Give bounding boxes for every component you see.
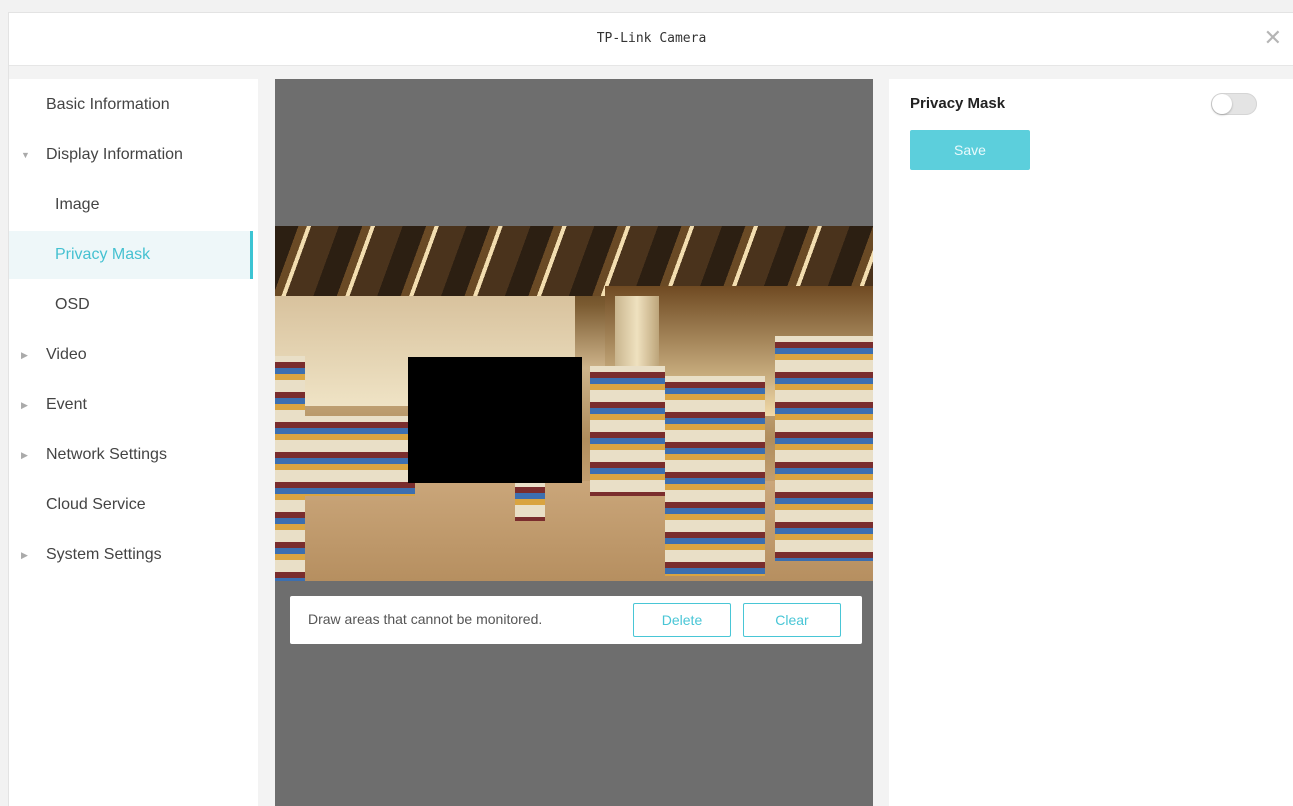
shelf-illustration (305, 416, 415, 496)
privacy-mask-toggle[interactable] (1211, 93, 1257, 115)
sidebar-item-label: Event (46, 396, 87, 413)
shelf-illustration (775, 336, 873, 561)
delete-button[interactable]: Delete (633, 603, 731, 637)
caret-right-icon: ▶ (21, 350, 28, 360)
sidebar-item-label: Image (55, 196, 100, 213)
mask-hint-text: Draw areas that cannot be monitored. (308, 611, 543, 627)
mask-toolbar: Draw areas that cannot be monitored. Del… (290, 596, 862, 644)
panel-title: Privacy Mask (910, 95, 1006, 112)
sidebar-item-system-settings[interactable]: ▶ System Settings (9, 531, 253, 579)
privacy-mask-area[interactable] (408, 357, 582, 483)
sidebar-item-label: Video (46, 346, 87, 363)
sidebar-item-label: Privacy Mask (55, 246, 151, 263)
sidebar-item-privacy-mask[interactable]: Privacy Mask (9, 231, 253, 279)
sidebar-item-label: System Settings (46, 546, 162, 563)
sidebar-item-label: Basic Information (46, 96, 170, 113)
shelf-illustration (665, 376, 765, 576)
sidebar-item-label: Display Information (46, 146, 183, 163)
camera-settings-window: TP-Link Camera ✕ Basic Information ▼ Dis… (8, 12, 1293, 806)
privacy-mask-panel: Privacy Mask Save (889, 79, 1293, 806)
shelf-illustration (590, 366, 665, 496)
close-icon[interactable]: ✕ (1264, 27, 1282, 49)
sidebar-item-event[interactable]: ▶ Event (9, 381, 253, 429)
sidebar-item-label: Network Settings (46, 446, 167, 463)
sidebar-item-network-settings[interactable]: ▶ Network Settings (9, 431, 253, 479)
caret-right-icon: ▶ (21, 550, 28, 560)
sidebar-item-video[interactable]: ▶ Video (9, 331, 253, 379)
save-button[interactable]: Save (910, 130, 1030, 170)
camera-viewer: Draw areas that cannot be monitored. Del… (275, 79, 873, 806)
title-bar: TP-Link Camera ✕ (9, 13, 1293, 66)
caret-right-icon: ▶ (21, 400, 28, 410)
sidebar-item-basic-information[interactable]: Basic Information (9, 81, 253, 129)
caret-right-icon: ▶ (21, 450, 28, 460)
clear-button[interactable]: Clear (743, 603, 841, 637)
sidebar-item-osd[interactable]: OSD (9, 281, 253, 329)
caret-down-icon: ▼ (21, 150, 30, 160)
sidebar-item-label: OSD (55, 296, 90, 313)
toggle-knob (1212, 94, 1232, 114)
window-title: TP-Link Camera (596, 31, 707, 46)
sidebar-item-image[interactable]: Image (9, 181, 253, 229)
shelf-illustration (275, 356, 305, 581)
sidebar-item-label: Cloud Service (46, 496, 146, 513)
camera-live-view[interactable] (275, 226, 873, 581)
settings-sidebar: Basic Information ▼ Display Information … (9, 79, 258, 806)
shelf-illustration (515, 481, 545, 521)
sidebar-item-cloud-service[interactable]: Cloud Service (9, 481, 253, 529)
sidebar-item-display-information[interactable]: ▼ Display Information (9, 131, 253, 179)
